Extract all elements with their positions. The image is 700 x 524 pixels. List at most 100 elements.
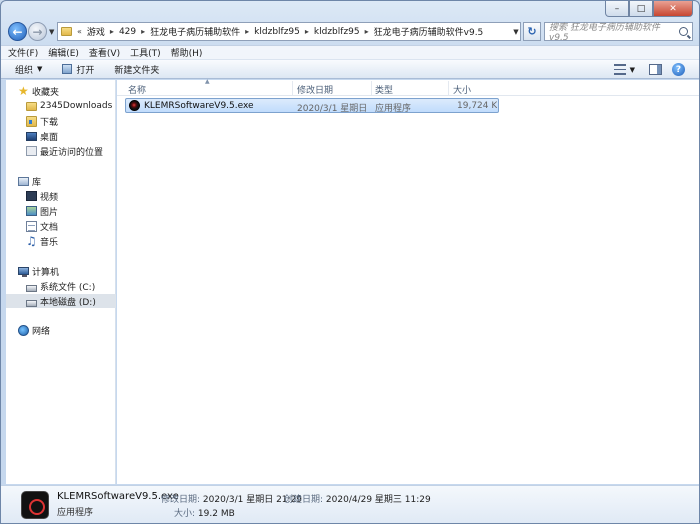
change-view-icon[interactable] [613, 64, 626, 75]
nav-label: 网络 [32, 326, 51, 337]
column-header-row: ▲ 名称 修改日期 类型 大小 [117, 78, 699, 96]
library-icon [18, 176, 29, 186]
nav-label: 系统文件 (C:) [40, 282, 96, 293]
recent-pages-dropdown-icon[interactable]: ▼ [49, 28, 54, 36]
drive-icon [26, 299, 37, 307]
nav-item-downloads[interactable]: 下载 [6, 114, 116, 128]
menu-bar: 文件(F) 编辑(E) 查看(V) 工具(T) 帮助(H) [1, 45, 699, 59]
breadcrumb-item[interactable]: kldzblfz95 [311, 27, 363, 37]
table-row[interactable]: KLEMRSoftwareV9.5.exe 2020/3/1 星期日 ... 应… [125, 98, 499, 114]
search-input[interactable]: 搜索 狂龙电子病历辅助软件v9.5 [544, 22, 693, 43]
nav-computer[interactable]: 计算机 [6, 264, 116, 278]
back-button[interactable]: ← [8, 22, 27, 41]
details-file-type: 应用程序 [57, 508, 94, 518]
nav-label: 音乐 [40, 237, 59, 248]
breadcrumb-item[interactable]: 游戏 [84, 25, 108, 38]
star-icon: ★ [18, 83, 29, 98]
breadcrumb-item[interactable]: 狂龙电子病历辅助软件v9.5 [371, 25, 487, 38]
chevron-down-icon: ▼ [37, 65, 43, 73]
nav-item-documents[interactable]: 文档 [6, 219, 116, 233]
nav-label: 库 [32, 177, 42, 188]
column-divider[interactable] [448, 81, 449, 95]
menu-edit[interactable]: 编辑(E) [48, 46, 79, 59]
nav-label: 最近访问的位置 [40, 147, 104, 158]
nav-item-videos[interactable]: 视频 [6, 189, 116, 203]
open-icon [62, 64, 73, 74]
view-controls: ▼ ? [613, 63, 685, 76]
column-divider[interactable] [292, 81, 293, 95]
video-icon [26, 191, 37, 201]
desktop-icon [26, 131, 37, 141]
menu-tools[interactable]: 工具(T) [130, 46, 161, 59]
close-button[interactable]: ✕ [653, 1, 693, 17]
music-icon: ♫ [26, 233, 37, 248]
nav-label: 2345Downloads [40, 101, 113, 111]
open-button[interactable]: 打开 [62, 63, 94, 76]
details-size: 大小: 19.2 MB [174, 506, 235, 519]
help-icon[interactable]: ? [672, 63, 685, 76]
caption-buttons: – □ ✕ [605, 1, 693, 17]
column-header-type[interactable]: 类型 [375, 83, 393, 96]
menu-help[interactable]: 帮助(H) [171, 46, 203, 59]
menu-file[interactable]: 文件(F) [8, 46, 38, 59]
pictures-icon [26, 206, 37, 216]
nav-item-drive-c[interactable]: 系统文件 (C:) [6, 279, 116, 293]
sort-ascending-icon: ▲ [205, 78, 210, 85]
new-folder-button[interactable]: 新建文件夹 [114, 63, 159, 76]
network-icon [18, 324, 29, 336]
column-header-date[interactable]: 修改日期 [297, 83, 333, 96]
nav-label: 视频 [40, 192, 59, 203]
details-size-label: 大小: [174, 509, 196, 519]
details-modified: 修改日期: 2020/3/1 星期日 21:29 [161, 492, 302, 505]
view-dropdown-icon[interactable]: ▼ [630, 66, 635, 74]
nav-libraries[interactable]: 库 [6, 174, 116, 188]
file-thumbnail [21, 491, 49, 519]
breadcrumb-overflow[interactable]: « [75, 27, 84, 36]
nav-item-2345downloads[interactable]: 2345Downloads [6, 99, 116, 113]
breadcrumb-item[interactable]: 429 [116, 27, 139, 37]
open-label: 打开 [76, 65, 95, 76]
nav-network[interactable]: 网络 [6, 323, 116, 337]
folder-icon [26, 101, 37, 111]
nav-label: 桌面 [40, 132, 59, 143]
column-divider[interactable] [371, 81, 372, 95]
chevron-right-icon[interactable]: ▸ [243, 27, 251, 36]
documents-icon [26, 220, 37, 232]
column-header-size[interactable]: 大小 [453, 83, 471, 96]
address-dropdown-icon[interactable]: ▼ [511, 22, 521, 41]
chevron-right-icon[interactable]: ▸ [303, 27, 311, 36]
breadcrumb-item[interactable]: 狂龙电子病历辅助软件 [147, 25, 243, 38]
refresh-button[interactable]: ↻ [523, 22, 541, 41]
organize-label: 组织 [15, 65, 34, 76]
file-list: ▲ 名称 修改日期 类型 大小 KLEMRSoftwareV9.5.exe 20… [117, 78, 699, 484]
details-created-value: 2020/4/29 星期三 11:29 [325, 495, 431, 505]
nav-item-desktop[interactable]: 桌面 [6, 129, 116, 143]
details-modified-label: 修改日期: [161, 495, 201, 505]
nav-item-drive-d[interactable]: 本地磁盘 (D:) [6, 294, 116, 308]
nav-item-recent-places[interactable]: 最近访问的位置 [6, 144, 116, 158]
folder-icon [61, 27, 72, 36]
command-bar: 组织 ▼ 打开 新建文件夹 ▼ ? [1, 59, 699, 79]
breadcrumb-item[interactable]: kldzblfz95 [251, 27, 303, 37]
forward-button[interactable]: → [28, 22, 47, 41]
menu-view[interactable]: 查看(V) [89, 46, 120, 59]
address-row: ← → ▼ « 游戏 ▸ 429 ▸ 狂龙电子病历辅助软件 ▸ kldzblfz… [7, 20, 693, 44]
details-created: 创建日期: 2020/4/29 星期三 11:29 [284, 492, 431, 505]
chevron-right-icon[interactable]: ▸ [363, 27, 371, 36]
nav-favorites[interactable]: ★ 收藏夹 [6, 84, 116, 98]
chevron-right-icon[interactable]: ▸ [139, 27, 147, 36]
preview-pane-icon[interactable] [649, 64, 662, 75]
search-placeholder: 搜索 狂龙电子病历辅助软件v9.5 [549, 23, 660, 43]
nav-item-pictures[interactable]: 图片 [6, 204, 116, 218]
file-name: KLEMRSoftwareV9.5.exe [144, 101, 254, 111]
nav-label: 本地磁盘 (D:) [40, 297, 96, 308]
file-date: 2020/3/1 星期日 ... [297, 104, 371, 114]
address-bar[interactable]: « 游戏 ▸ 429 ▸ 狂龙电子病历辅助软件 ▸ kldzblfz95 ▸ k… [57, 22, 521, 41]
column-header-name[interactable]: 名称 [128, 83, 146, 96]
minimize-button[interactable]: – [605, 1, 629, 17]
maximize-button[interactable]: □ [629, 1, 653, 17]
chevron-right-icon[interactable]: ▸ [108, 27, 116, 36]
nav-item-music[interactable]: ♫ 音乐 [6, 234, 116, 248]
new-folder-label: 新建文件夹 [114, 65, 160, 76]
organize-button[interactable]: 组织 ▼ [15, 63, 42, 76]
